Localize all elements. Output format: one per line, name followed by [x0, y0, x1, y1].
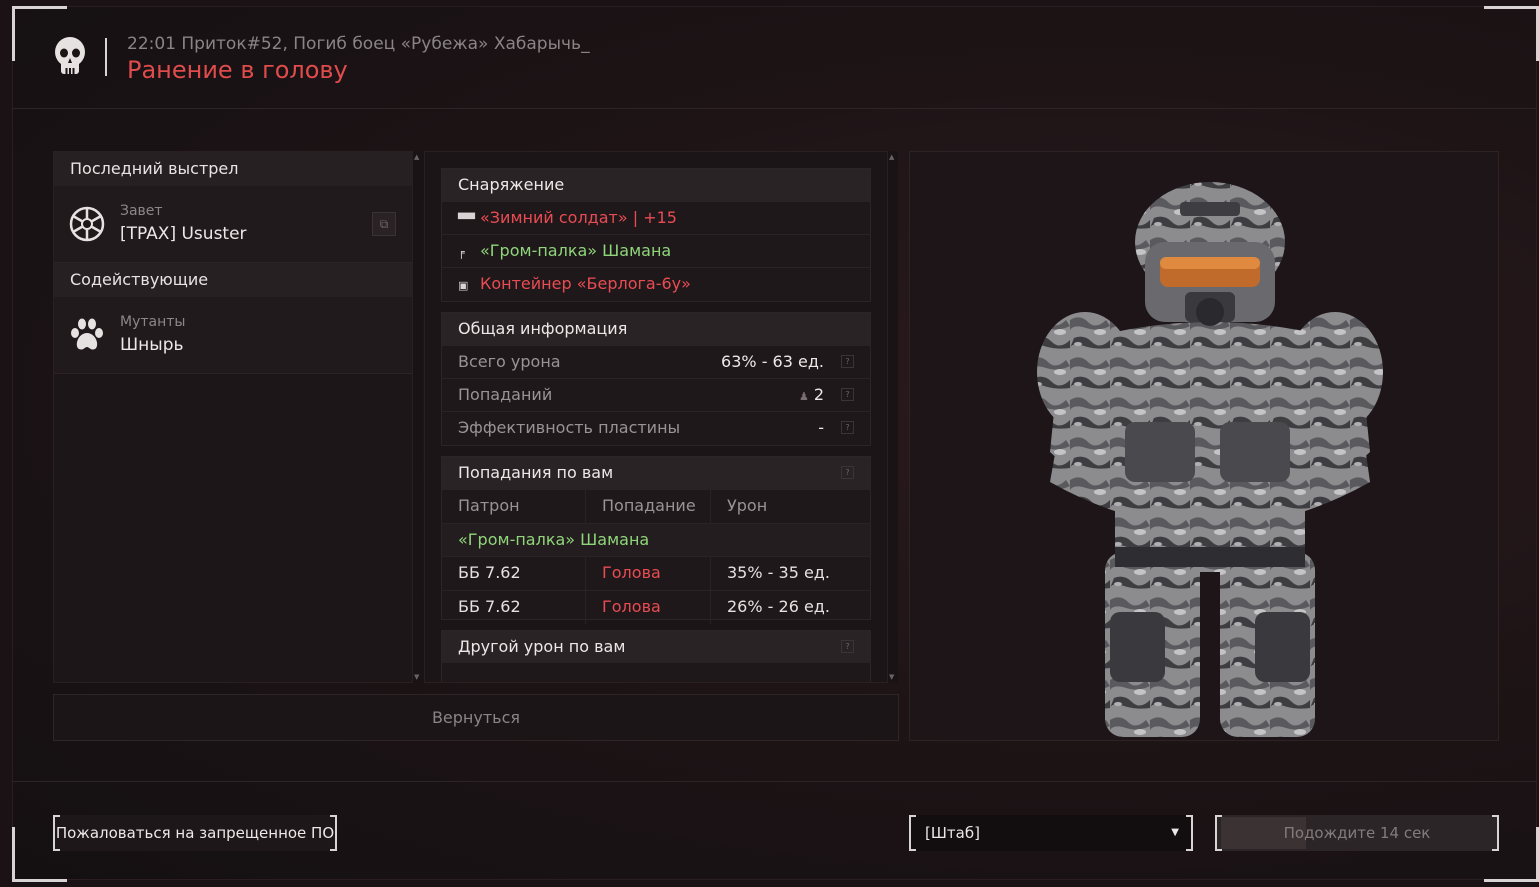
column-damage: Урон — [727, 496, 768, 515]
hits-section: Попадания по вам ? Патрон Попадание Урон… — [441, 456, 871, 624]
scroll-up-icon[interactable]: ▲ — [889, 153, 894, 161]
stat-value: - — [818, 418, 824, 437]
other-damage-section: Другой урон по вам ? — [441, 630, 871, 682]
paw-icon — [71, 318, 103, 350]
hits-table-header: Патрон Попадание Урон — [442, 489, 870, 523]
stat-label: Эффективность пластины — [458, 418, 681, 437]
hit-ammo: ББ 7.62 — [442, 591, 586, 624]
squad-select-value: [Штаб] — [925, 824, 980, 842]
death-event-line: 22:01 Приток#52, Погиб боец «Рубежа» Хаб… — [127, 34, 590, 54]
death-header: 22:01 Приток#52, Погиб боец «Рубежа» Хаб… — [12, 6, 1537, 109]
equipment-section: Снаряжение ▀▀ «Зимний солдат» | +15 ╒ «Гро… — [441, 168, 871, 302]
hits-weapon-row: «Гром-палка» Шамана — [442, 523, 870, 556]
equipment-item-name: «Зимний солдат» | +15 — [480, 208, 677, 227]
pistol-icon: ╒ — [458, 246, 465, 259]
hits-heading: Попадания по вам ? — [442, 457, 870, 489]
assist-name: Шнырь — [120, 335, 184, 355]
table-row: ББ 7.62 Голова 35% - 35 ед. — [442, 556, 870, 590]
armored-soldier-image — [1037, 182, 1383, 737]
equipment-item[interactable]: ▀▀ «Зимний солдат» | +15 — [442, 201, 870, 234]
header-divider — [105, 38, 107, 76]
respawn-wait-button[interactable]: Подождите 14 сек — [1215, 815, 1499, 851]
stat-row: Всего урона 63% - 63 ед. ? — [442, 345, 870, 378]
equipment-heading: Снаряжение — [442, 169, 870, 201]
stat-row: Попаданий ♟ 2 ? — [442, 378, 870, 411]
hit-figure-icon: ♟ — [798, 390, 809, 403]
hit-ammo: ББ 7.62 — [442, 557, 586, 590]
report-cheat-label: Пожаловаться на запрещенное ПО — [55, 824, 335, 842]
back-button[interactable]: Вернуться — [53, 694, 899, 741]
middle-scrollbar[interactable]: ▲ ▼ — [888, 151, 898, 683]
other-damage-heading: Другой урон по вам ? — [442, 631, 870, 663]
scroll-up-icon[interactable]: ▲ — [414, 153, 419, 161]
help-icon[interactable]: ? — [841, 355, 854, 368]
assist-faction: Мутанты — [120, 314, 186, 330]
container-icon: ▣ — [458, 279, 469, 292]
scroll-down-icon[interactable]: ▼ — [889, 673, 894, 681]
stat-row: Эффективность пластины - ? — [442, 411, 870, 444]
equipment-item-name: Контейнер «Берлога-6у» — [480, 274, 691, 293]
stat-value: 63% - 63 ед. — [721, 352, 824, 371]
death-cause-title: Ранение в голову — [127, 56, 348, 84]
faction-zavet-icon — [69, 206, 105, 242]
skull-icon — [55, 37, 85, 74]
killer-name: [TPAX] Ususter — [120, 224, 247, 244]
chevron-down-icon: ▼ — [1171, 827, 1179, 838]
respawn-wait-label: Подождите 14 сек — [1283, 824, 1431, 842]
last-shot-heading: Последний выстрел — [54, 152, 412, 186]
hit-location: Голова — [586, 557, 711, 590]
scroll-down-icon[interactable]: ▼ — [414, 673, 419, 681]
equipment-item[interactable]: ▣ Контейнер «Берлога-6у» — [442, 267, 870, 300]
help-icon[interactable]: ? — [841, 388, 854, 401]
equipment-item[interactable]: ╒ «Гром-палка» Шамана — [442, 234, 870, 267]
left-scrollbar[interactable]: ▲ ▼ — [413, 151, 423, 683]
killers-panel: Последний выстрел Завет [TPAX] Ususter ⧉… — [53, 151, 413, 683]
killer-portrait — [909, 151, 1499, 741]
hit-damage: 26% - 26 ед. — [727, 597, 830, 616]
footer-divider — [12, 781, 1537, 782]
general-info-heading: Общая информация — [442, 313, 870, 345]
general-info-section: Общая информация Всего урона 63% - 63 ед… — [441, 312, 871, 446]
squad-select[interactable]: [Штаб] ▼ — [909, 815, 1193, 851]
stat-label: Всего урона — [458, 352, 561, 371]
armor-icon: ▀▀ — [458, 213, 475, 226]
copy-icon[interactable]: ⧉ — [372, 212, 396, 236]
damage-details-panel: Снаряжение ▀▀ «Зимний солдат» | +15 ╒ «Гро… — [424, 151, 888, 683]
help-icon[interactable]: ? — [841, 466, 854, 479]
column-ammo: Патрон — [442, 490, 586, 523]
assists-heading: Содействующие — [54, 263, 412, 297]
killer-entry[interactable]: Завет [TPAX] Ususter ⧉ — [54, 186, 412, 263]
killer-faction: Завет — [120, 203, 163, 219]
table-row: ББ 7.62 Голова 26% - 26 ед. — [442, 590, 870, 624]
equipment-item-name: «Гром-палка» Шамана — [480, 241, 672, 260]
assist-entry[interactable]: Мутанты Шнырь — [54, 297, 412, 374]
column-hit: Попадание — [586, 490, 711, 523]
report-cheat-button[interactable]: Пожаловаться на запрещенное ПО — [53, 815, 337, 851]
stat-label: Попаданий — [458, 385, 553, 404]
help-icon[interactable]: ? — [841, 421, 854, 434]
hit-location: Голова — [586, 591, 711, 624]
hit-damage: 35% - 35 ед. — [727, 563, 830, 582]
help-icon[interactable]: ? — [841, 640, 854, 653]
stat-value: ♟ 2 — [798, 385, 824, 404]
